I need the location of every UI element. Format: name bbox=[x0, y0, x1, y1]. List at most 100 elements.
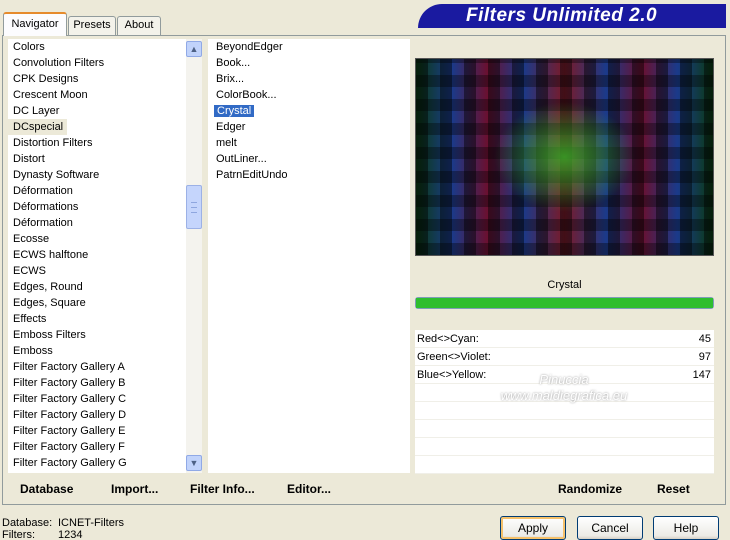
category-item[interactable]: Filter Factory Gallery B bbox=[8, 375, 186, 391]
filter-item[interactable]: Brix... bbox=[214, 71, 410, 87]
category-item[interactable]: Déformations bbox=[8, 199, 186, 215]
category-item[interactable]: Filter Factory Gallery A bbox=[8, 359, 186, 375]
scroll-thumb[interactable] bbox=[186, 185, 202, 229]
filter-item-label: BeyondEdger bbox=[216, 41, 283, 53]
param-row-red-cyan[interactable]: Red<>Cyan: 45 bbox=[415, 330, 714, 348]
category-item[interactable]: Ecosse bbox=[8, 231, 186, 247]
filter-item-label: Brix... bbox=[216, 73, 245, 85]
tab-navigator[interactable]: Navigator bbox=[3, 12, 67, 36]
randomize-button[interactable]: Randomize bbox=[558, 481, 622, 497]
filter-item-label: Edger bbox=[216, 121, 246, 133]
category-item-label: Filter Factory Gallery D bbox=[13, 409, 127, 421]
category-item[interactable]: Edges, Round bbox=[8, 279, 186, 295]
filter-item[interactable]: Edger bbox=[214, 119, 410, 135]
filter-item-label: ColorBook... bbox=[216, 89, 277, 101]
category-item[interactable]: Filter Factory Gallery E bbox=[8, 423, 186, 439]
param-label: Red<>Cyan: bbox=[417, 333, 479, 345]
progress-bar bbox=[415, 297, 714, 309]
category-item-label: Déformation bbox=[13, 217, 73, 229]
tab-bar: Navigator Presets About Filters Unlimite… bbox=[0, 0, 730, 38]
category-item[interactable]: Effects bbox=[8, 311, 186, 327]
param-row-green-violet[interactable]: Green<>Violet: 97 bbox=[415, 348, 714, 366]
param-value: 97 bbox=[698, 351, 711, 363]
category-item[interactable]: ECWS bbox=[8, 263, 186, 279]
category-item-label: Edges, Round bbox=[13, 281, 83, 293]
category-item[interactable]: Filter Factory Gallery C bbox=[8, 391, 186, 407]
category-item-label: Colors bbox=[13, 41, 45, 53]
category-item-label: Distortion Filters bbox=[13, 137, 93, 149]
category-item-label: Distort bbox=[13, 153, 45, 165]
database-label: Database: bbox=[2, 517, 53, 529]
category-scrollbar[interactable]: ▲ ▼ bbox=[186, 39, 202, 473]
category-item[interactable]: DC Layer bbox=[8, 103, 186, 119]
category-item[interactable]: Edges, Square bbox=[8, 295, 186, 311]
filter-list[interactable]: BeyondEdger Book... Brix... ColorBook... Cry… bbox=[208, 39, 410, 473]
category-item-label: Déformation bbox=[13, 185, 73, 197]
scroll-up-button[interactable]: ▲ bbox=[186, 41, 202, 57]
cancel-button[interactable]: Cancel bbox=[577, 516, 643, 540]
database-button[interactable]: Database bbox=[20, 481, 73, 497]
category-item-label: Convolution Filters bbox=[13, 57, 105, 69]
tab-about[interactable]: About bbox=[117, 16, 161, 35]
filter-info-button[interactable]: Filter Info... bbox=[190, 481, 255, 497]
category-item[interactable]: Dynasty Software bbox=[8, 167, 186, 183]
filter-item[interactable]: Crystal bbox=[214, 103, 410, 119]
category-item-label: Emboss Filters bbox=[13, 329, 86, 341]
filter-item-label: PatrnEditUndo bbox=[216, 169, 288, 181]
param-label: Green<>Violet: bbox=[417, 351, 491, 363]
filter-item[interactable]: Book... bbox=[214, 55, 410, 71]
filters-value: 1234 bbox=[58, 529, 83, 540]
filter-item[interactable]: melt bbox=[214, 135, 410, 151]
category-item-label: Filter Factory Gallery C bbox=[13, 393, 127, 405]
category-list[interactable]: Colors Convolution Filters CPK Designs Cres… bbox=[8, 39, 186, 473]
tab-presets[interactable]: Presets bbox=[68, 16, 116, 35]
category-item[interactable]: Crescent Moon bbox=[8, 87, 186, 103]
category-item[interactable]: DCspecial bbox=[8, 119, 186, 135]
category-item[interactable]: Filter Factory Gallery G bbox=[8, 455, 186, 471]
category-item-label: ECWS bbox=[13, 265, 46, 277]
category-item[interactable]: CPK Designs bbox=[8, 71, 186, 87]
filters-info: Filters: 1234 bbox=[2, 529, 82, 540]
watermark-line-1: Pinuccia bbox=[539, 372, 589, 387]
category-item[interactable]: Déformation bbox=[8, 215, 186, 231]
filter-item-label: Crystal bbox=[214, 105, 255, 117]
category-item[interactable]: Colors bbox=[8, 39, 186, 55]
category-item[interactable]: Déformation bbox=[8, 183, 186, 199]
filter-item-label: Book... bbox=[216, 57, 251, 69]
category-item[interactable]: Distortion Filters bbox=[8, 135, 186, 151]
category-item-label: Filter Factory Gallery G bbox=[13, 457, 127, 469]
help-button[interactable]: Help bbox=[653, 516, 719, 540]
category-item[interactable]: Emboss Filters bbox=[8, 327, 186, 343]
app-banner: Filters Unlimited 2.0 bbox=[418, 4, 726, 28]
category-item-label: Dynasty Software bbox=[13, 169, 100, 181]
apply-button[interactable]: Apply bbox=[500, 516, 566, 540]
category-item-label: Effects bbox=[13, 313, 47, 325]
category-item[interactable]: Filter Factory Gallery F bbox=[8, 439, 186, 455]
category-item[interactable]: ECWS halftone bbox=[8, 247, 186, 263]
database-info: Database: ICNET-Filters bbox=[2, 517, 124, 529]
scroll-down-button[interactable]: ▼ bbox=[186, 455, 202, 471]
category-item-label: DC Layer bbox=[13, 105, 60, 117]
filter-item-label: melt bbox=[216, 137, 237, 149]
filter-item[interactable]: PatrnEditUndo bbox=[214, 167, 410, 183]
category-item-label: Déformations bbox=[13, 201, 79, 213]
filters-label: Filters: bbox=[2, 529, 35, 540]
param-row-empty bbox=[415, 438, 714, 456]
param-value: 147 bbox=[692, 369, 711, 381]
filter-item[interactable]: OutLiner... bbox=[214, 151, 410, 167]
filter-item[interactable]: ColorBook... bbox=[214, 87, 410, 103]
import-button[interactable]: Import... bbox=[111, 481, 158, 497]
category-item-label: Ecosse bbox=[13, 233, 50, 245]
category-item[interactable]: Convolution Filters bbox=[8, 55, 186, 71]
param-row-empty bbox=[415, 456, 714, 474]
filter-item-label: OutLiner... bbox=[216, 153, 267, 165]
param-row-empty bbox=[415, 420, 714, 438]
editor-button[interactable]: Editor... bbox=[287, 481, 331, 497]
category-item[interactable]: Emboss bbox=[8, 343, 186, 359]
database-value: ICNET-Filters bbox=[58, 517, 124, 529]
category-item[interactable]: Distort bbox=[8, 151, 186, 167]
filter-item[interactable]: BeyondEdger bbox=[214, 39, 410, 55]
category-item[interactable]: Filter Factory Gallery D bbox=[8, 407, 186, 423]
reset-button[interactable]: Reset bbox=[657, 481, 690, 497]
category-item-label: Crescent Moon bbox=[13, 89, 88, 101]
